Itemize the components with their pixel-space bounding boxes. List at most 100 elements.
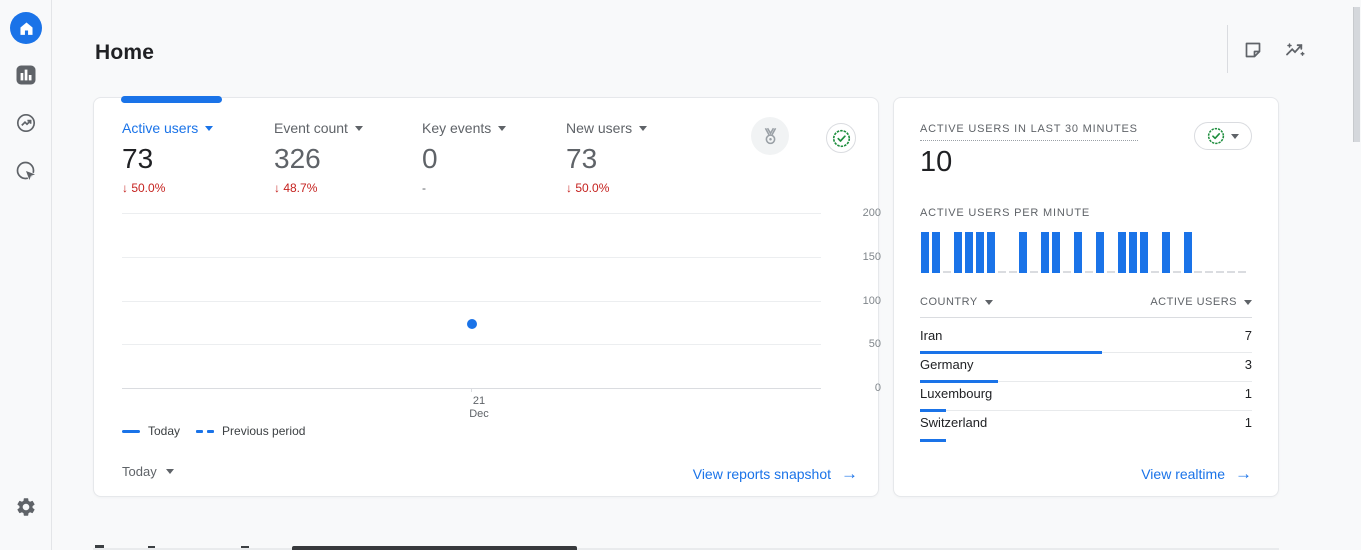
minute-empty-mark (1238, 271, 1246, 273)
time-range-label: Today (122, 464, 157, 479)
active-users-column-dropdown[interactable]: ACTIVE USERS (1150, 296, 1252, 308)
view-reports-snapshot-link[interactable]: View reports snapshot → (693, 464, 858, 484)
y-axis-tick-label: 0 (851, 382, 881, 394)
minute-bar (1041, 232, 1049, 273)
minute-empty-mark (1205, 271, 1213, 273)
chevron-down-icon (355, 126, 363, 131)
sidebar-item-explore[interactable] (15, 112, 37, 134)
solid-line-swatch (122, 430, 140, 433)
gridline (122, 388, 821, 389)
minute-slot (1096, 232, 1107, 273)
minute-slot (987, 232, 998, 273)
country-active-users: 7 (1245, 328, 1252, 343)
metric-dropdown[interactable]: Key events (422, 120, 567, 136)
metric-label: Active users (122, 120, 198, 136)
data-point-today (467, 319, 477, 329)
minute-slot (1030, 271, 1041, 273)
minute-empty-mark (1009, 271, 1017, 273)
metric-dropdown[interactable]: Active users (122, 120, 267, 136)
gridline (122, 301, 821, 302)
country-name: Switzerland (920, 415, 987, 430)
country-name: Iran (920, 328, 942, 343)
country-name: Luxembourg (920, 386, 992, 401)
metric-delta: ↓ 50.0% (566, 181, 711, 195)
minute-bar (965, 232, 973, 273)
minute-slot (1238, 271, 1249, 273)
table-row: Iran 7 (920, 324, 1252, 353)
minute-bar (1140, 232, 1148, 273)
dashed-line-swatch (196, 430, 214, 433)
minute-slot (1140, 232, 1151, 273)
minute-empty-mark (1107, 271, 1115, 273)
metric-delta: ↓ 50.0% (122, 181, 267, 195)
chevron-down-icon (166, 469, 174, 474)
minute-empty-mark (1216, 271, 1224, 273)
notes-button[interactable] (1241, 38, 1265, 62)
metric-value: 326 (274, 143, 419, 175)
country-active-users: 1 (1245, 415, 1252, 430)
page-title: Home (95, 41, 154, 65)
insights-button[interactable] (1283, 38, 1307, 62)
minute-slot (943, 271, 954, 273)
data-quality-dropdown[interactable] (1194, 122, 1252, 150)
minute-slot (1074, 232, 1085, 273)
minute-slot (1173, 271, 1184, 273)
arrow-right-icon: → (841, 464, 858, 484)
minute-empty-mark (1151, 271, 1159, 273)
chevron-down-icon (985, 300, 993, 305)
legend-item-previous-period: Previous period (196, 424, 305, 438)
metric-label: New users (566, 120, 632, 136)
legend-label: Today (148, 424, 180, 438)
minute-empty-mark (1194, 271, 1202, 273)
data-quality-check-icon (1207, 127, 1225, 145)
metric-delta: ↓ 48.7% (274, 181, 419, 195)
minute-slot (1194, 271, 1205, 273)
minute-empty-mark (1063, 271, 1071, 273)
country-bar (920, 439, 946, 442)
metric-active-users: Active users73↓ 50.0% (122, 120, 267, 195)
sidebar-item-reports[interactable] (15, 64, 37, 86)
sidebar-item-home[interactable] (10, 12, 42, 44)
minute-bar (1074, 232, 1082, 273)
benchmarking-medal-icon (761, 127, 780, 146)
notes-icon (1243, 40, 1263, 60)
minute-slot (1063, 271, 1074, 273)
view-realtime-link[interactable]: View realtime → (1141, 464, 1252, 484)
y-axis-tick-label: 200 (851, 207, 881, 219)
reports-icon (16, 65, 36, 85)
minute-slot (932, 232, 943, 273)
time-range-dropdown[interactable]: Today (122, 464, 174, 479)
active-users-30min-value: 10 (920, 146, 952, 179)
gridline (122, 257, 821, 258)
data-quality-badge[interactable] (826, 123, 856, 153)
benchmarking-badge[interactable] (751, 117, 789, 155)
ga-home-page: Home Active users73↓ 50.0%Event count326… (0, 0, 1361, 550)
country-column-dropdown[interactable]: COUNTRY (920, 296, 993, 308)
explore-icon (15, 112, 37, 134)
metric-dropdown[interactable]: New users (566, 120, 711, 136)
vertical-scrollbar-thumb[interactable] (1353, 7, 1360, 142)
advertising-icon (15, 160, 37, 182)
minute-empty-mark (1030, 271, 1038, 273)
horizontal-scrollbar-thumb[interactable] (292, 546, 577, 550)
metric-value: 73 (566, 143, 711, 175)
country-active-users: 3 (1245, 357, 1252, 372)
link-label: View reports snapshot (693, 466, 831, 482)
minute-slot (1085, 271, 1096, 273)
chevron-down-icon (498, 126, 506, 131)
sidebar-item-admin[interactable] (15, 496, 37, 518)
metric-dropdown[interactable]: Event count (274, 120, 419, 136)
active-users-trend-chart: 21 Dec 200150100500 (122, 213, 821, 388)
legend-item-today: Today (122, 424, 180, 438)
minute-bar (932, 232, 940, 273)
chevron-down-icon (205, 126, 213, 131)
minute-slot (921, 232, 932, 273)
column-label: COUNTRY (920, 296, 978, 308)
sidebar-item-advertising[interactable] (15, 160, 37, 182)
card-tab-indicator (121, 96, 222, 103)
metric-label: Event count (274, 120, 348, 136)
country-active-users: 1 (1245, 386, 1252, 401)
gridline (122, 344, 821, 345)
home-icon (18, 20, 35, 37)
metric-label: Key events (422, 120, 491, 136)
